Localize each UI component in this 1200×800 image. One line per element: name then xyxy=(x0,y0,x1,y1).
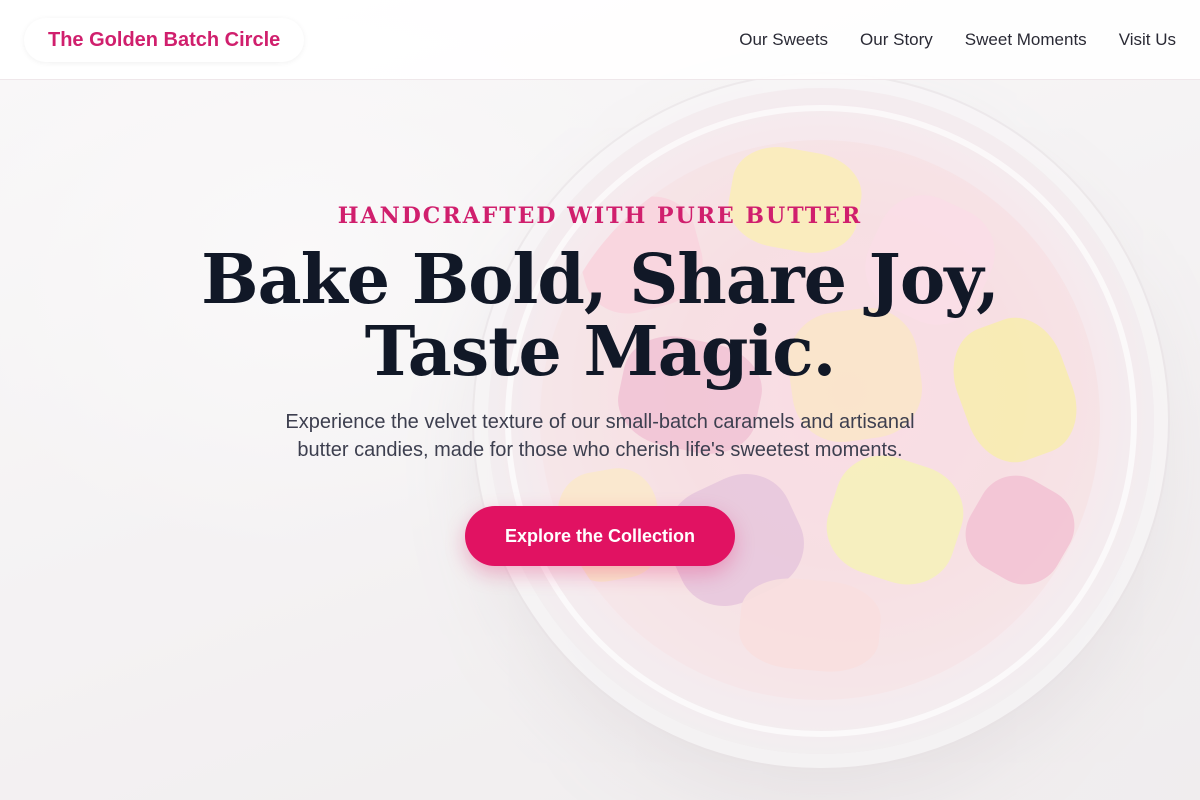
nav-link-our-sweets[interactable]: Our Sweets xyxy=(739,30,828,50)
main-nav: Our Sweets Our Story Sweet Moments Visit… xyxy=(739,0,1176,80)
hero-eyebrow: HANDCRAFTED WITH PURE BUTTER xyxy=(337,203,863,229)
brand-logo-link[interactable]: The Golden Batch Circle xyxy=(24,18,305,62)
hero-headline-line1: Bake Bold, Share Joy, xyxy=(201,240,1000,320)
hero-section: HANDCRAFTED WITH PURE BUTTER Bake Bold, … xyxy=(0,200,1200,566)
nav-link-visit-us[interactable]: Visit Us xyxy=(1119,30,1176,50)
hero-headline-line2: Taste Magic. xyxy=(364,312,837,392)
explore-collection-button[interactable]: Explore the Collection xyxy=(465,506,735,566)
site-header: The Golden Batch Circle Our Sweets Our S… xyxy=(0,0,1200,80)
hero-headline: Bake Bold, Share Joy, Taste Magic. xyxy=(0,244,1200,388)
nav-link-our-story[interactable]: Our Story xyxy=(860,30,933,50)
hero-subtext: Experience the velvet texture of our sma… xyxy=(285,411,915,461)
nav-link-sweet-moments[interactable]: Sweet Moments xyxy=(965,30,1087,50)
